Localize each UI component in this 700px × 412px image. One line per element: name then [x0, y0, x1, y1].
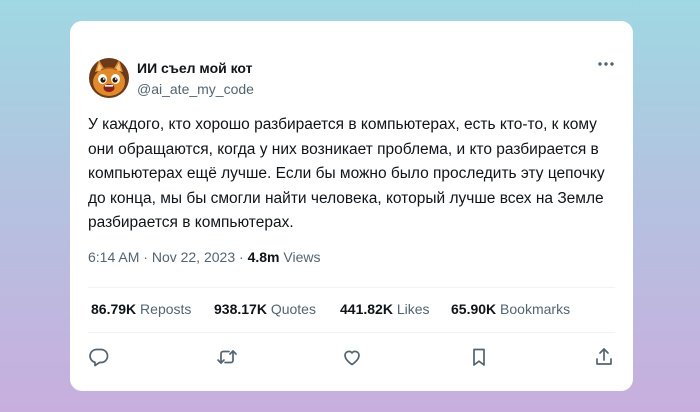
tweet-card: ИИ съел мой кот @ai_ate_my_code У каждог…	[70, 21, 633, 391]
bookmarks-stat[interactable]: 65.90K Bookmarks	[451, 301, 570, 317]
bookmarks-label: Bookmarks	[496, 301, 571, 317]
divider	[88, 332, 615, 333]
quotes-label: Quotes	[266, 301, 316, 317]
reposts-stat[interactable]: 86.79K Reposts	[91, 301, 191, 317]
share-icon[interactable]	[593, 346, 615, 368]
bookmark-icon[interactable]	[468, 346, 490, 368]
action-bar	[70, 346, 633, 368]
author-display-name[interactable]: ИИ съел мой кот	[137, 60, 253, 76]
divider	[88, 287, 615, 288]
repost-icon[interactable]	[216, 346, 238, 368]
more-options-icon[interactable]	[597, 56, 615, 66]
meta-separator: ·	[235, 249, 248, 265]
views-count: 4.8m	[247, 249, 280, 265]
reposts-count: 86.79K	[91, 301, 137, 317]
likes-label: Likes	[392, 301, 430, 317]
meta-separator: ·	[139, 249, 152, 265]
reposts-label: Reposts	[136, 301, 192, 317]
quotes-count: 938.17K	[214, 301, 267, 317]
bookmarks-count: 65.90K	[451, 301, 497, 317]
like-icon[interactable]	[341, 346, 363, 368]
tweet-date[interactable]: Nov 22, 2023	[152, 249, 235, 265]
quotes-stat[interactable]: 938.17K Quotes	[214, 301, 316, 317]
author-handle[interactable]: @ai_ate_my_code	[137, 81, 254, 97]
tweet-time[interactable]: 6:14 AM	[88, 249, 139, 265]
tweet-text: У каждого, кто хорошо разбирается в комп…	[88, 116, 605, 231]
likes-count: 441.82K	[340, 301, 393, 317]
tweet-meta: 6:14 AM · Nov 22, 2023 · 4.8m Views	[88, 249, 320, 265]
likes-stat[interactable]: 441.82K Likes	[340, 301, 430, 317]
reply-icon[interactable]	[88, 346, 110, 368]
cat-avatar-icon[interactable]	[89, 58, 129, 98]
views-label: Views	[279, 249, 321, 265]
